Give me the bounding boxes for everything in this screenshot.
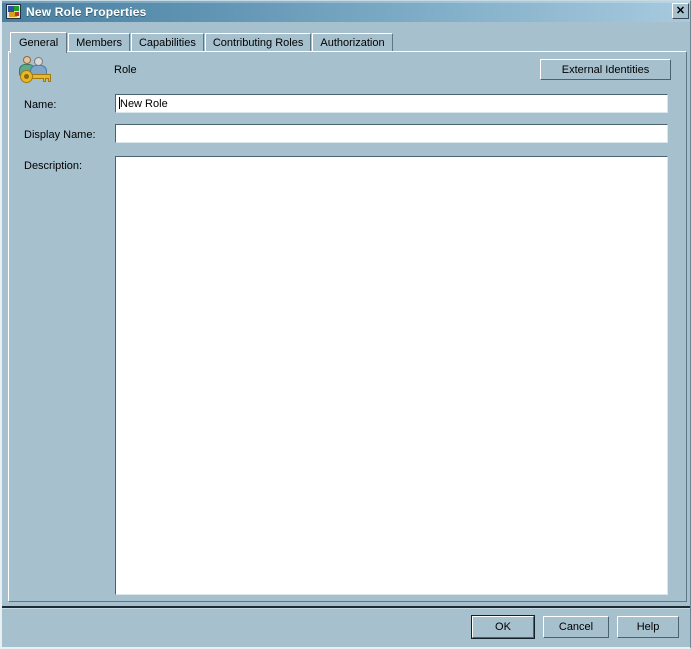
title-bar[interactable]: New Role Properties ✕ bbox=[2, 1, 690, 22]
title-bar-highlight bbox=[2, 1, 690, 3]
role-users-key-icon bbox=[18, 55, 54, 89]
window-title: New Role Properties bbox=[26, 4, 147, 19]
footer-separator-highlight bbox=[2, 608, 690, 609]
tab-authorization[interactable]: Authorization bbox=[312, 33, 393, 52]
tab-members[interactable]: Members bbox=[68, 33, 130, 52]
tab-general[interactable]: General bbox=[10, 32, 68, 53]
tab-capabilities[interactable]: Capabilities bbox=[130, 33, 204, 52]
help-button[interactable]: Help bbox=[617, 616, 679, 638]
role-properties-icon bbox=[6, 4, 21, 19]
name-input[interactable]: New Role bbox=[115, 94, 668, 113]
object-type-label: Role bbox=[114, 64, 137, 76]
description-input[interactable] bbox=[115, 156, 668, 595]
name-label: Name: bbox=[24, 99, 57, 111]
ok-button[interactable]: OK bbox=[471, 615, 535, 639]
name-input-value: New Role bbox=[120, 98, 168, 110]
display-name-label: Display Name: bbox=[24, 129, 96, 141]
description-label: Description: bbox=[24, 160, 83, 172]
external-identities-button[interactable]: External Identities bbox=[540, 59, 671, 80]
new-role-properties-dialog: New Role Properties ✕ General Members Ca… bbox=[0, 0, 691, 649]
display-name-input[interactable] bbox=[115, 124, 668, 143]
tab-strip: General Members Capabilities Contributin… bbox=[10, 32, 394, 53]
close-icon[interactable]: ✕ bbox=[672, 3, 689, 19]
tab-contributing-roles[interactable]: Contributing Roles bbox=[204, 33, 312, 52]
cancel-button[interactable]: Cancel bbox=[543, 616, 609, 638]
